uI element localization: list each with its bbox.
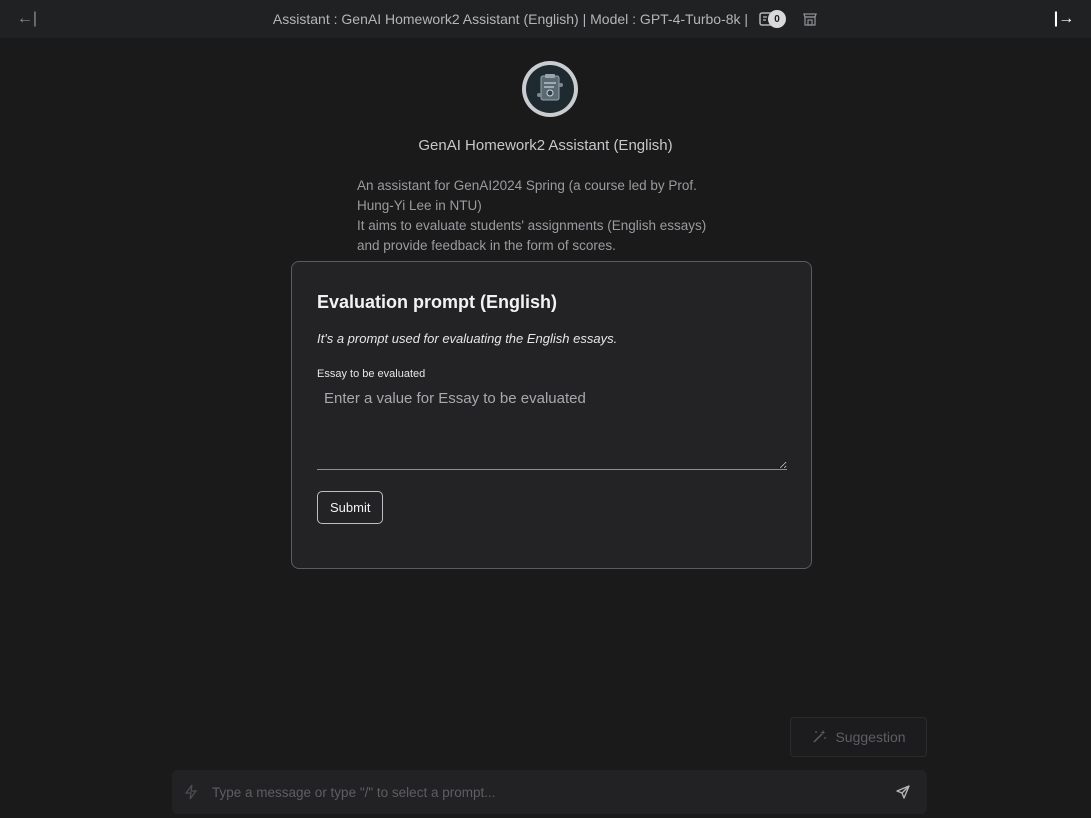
arrow-left-bar-icon: ←| xyxy=(16,10,38,27)
evaluation-prompt-dialog: Evaluation prompt (English) It's a promp… xyxy=(291,261,812,569)
assistant-name: GenAI Homework2 Assistant (English) xyxy=(418,137,673,154)
magic-wand-icon xyxy=(813,730,827,743)
essay-input[interactable] xyxy=(317,386,787,470)
assistant-avatar-icon xyxy=(526,65,574,113)
message-composer xyxy=(172,770,927,814)
store-icon xyxy=(803,13,817,26)
store-button[interactable] xyxy=(802,11,818,27)
send-button[interactable] xyxy=(891,784,915,800)
assistant-description: An assistant for GenAI2024 Spring (a cou… xyxy=(357,176,757,256)
expand-right-button[interactable]: |→ xyxy=(1045,0,1083,38)
document-count-badge: 0 xyxy=(768,10,787,28)
submit-button[interactable]: Submit xyxy=(317,491,384,524)
collapse-left-button[interactable]: ←| xyxy=(8,0,46,38)
top-bar: ←| Assistant : GenAI Homework2 Assistant… xyxy=(0,0,1091,38)
description-line: An assistant for GenAI2024 Spring (a cou… xyxy=(357,178,697,193)
suggestion-button[interactable]: Suggestion xyxy=(790,717,927,757)
essay-field-label: Essay to be evaluated xyxy=(317,368,426,380)
dialog-title: Evaluation prompt (English) xyxy=(317,292,558,312)
lightning-icon xyxy=(184,784,206,800)
send-icon xyxy=(896,785,910,799)
description-line: It aims to evaluate students' assignment… xyxy=(357,218,707,233)
assistant-avatar xyxy=(522,61,578,117)
description-line: and provide feedback in the form of scor… xyxy=(357,238,616,253)
header-title-group: Assistant : GenAI Homework2 Assistant (E… xyxy=(273,10,818,28)
bar-arrow-right-icon: |→ xyxy=(1053,10,1075,27)
suggestion-label: Suggestion xyxy=(835,729,906,745)
dialog-subtitle: It's a prompt used for evaluating the En… xyxy=(317,331,618,346)
description-line: Hung-Yi Lee in NTU) xyxy=(357,198,482,213)
header-title: Assistant : GenAI Homework2 Assistant (E… xyxy=(272,11,749,27)
message-input[interactable] xyxy=(206,783,891,801)
documents-button[interactable]: 0 xyxy=(758,10,787,28)
